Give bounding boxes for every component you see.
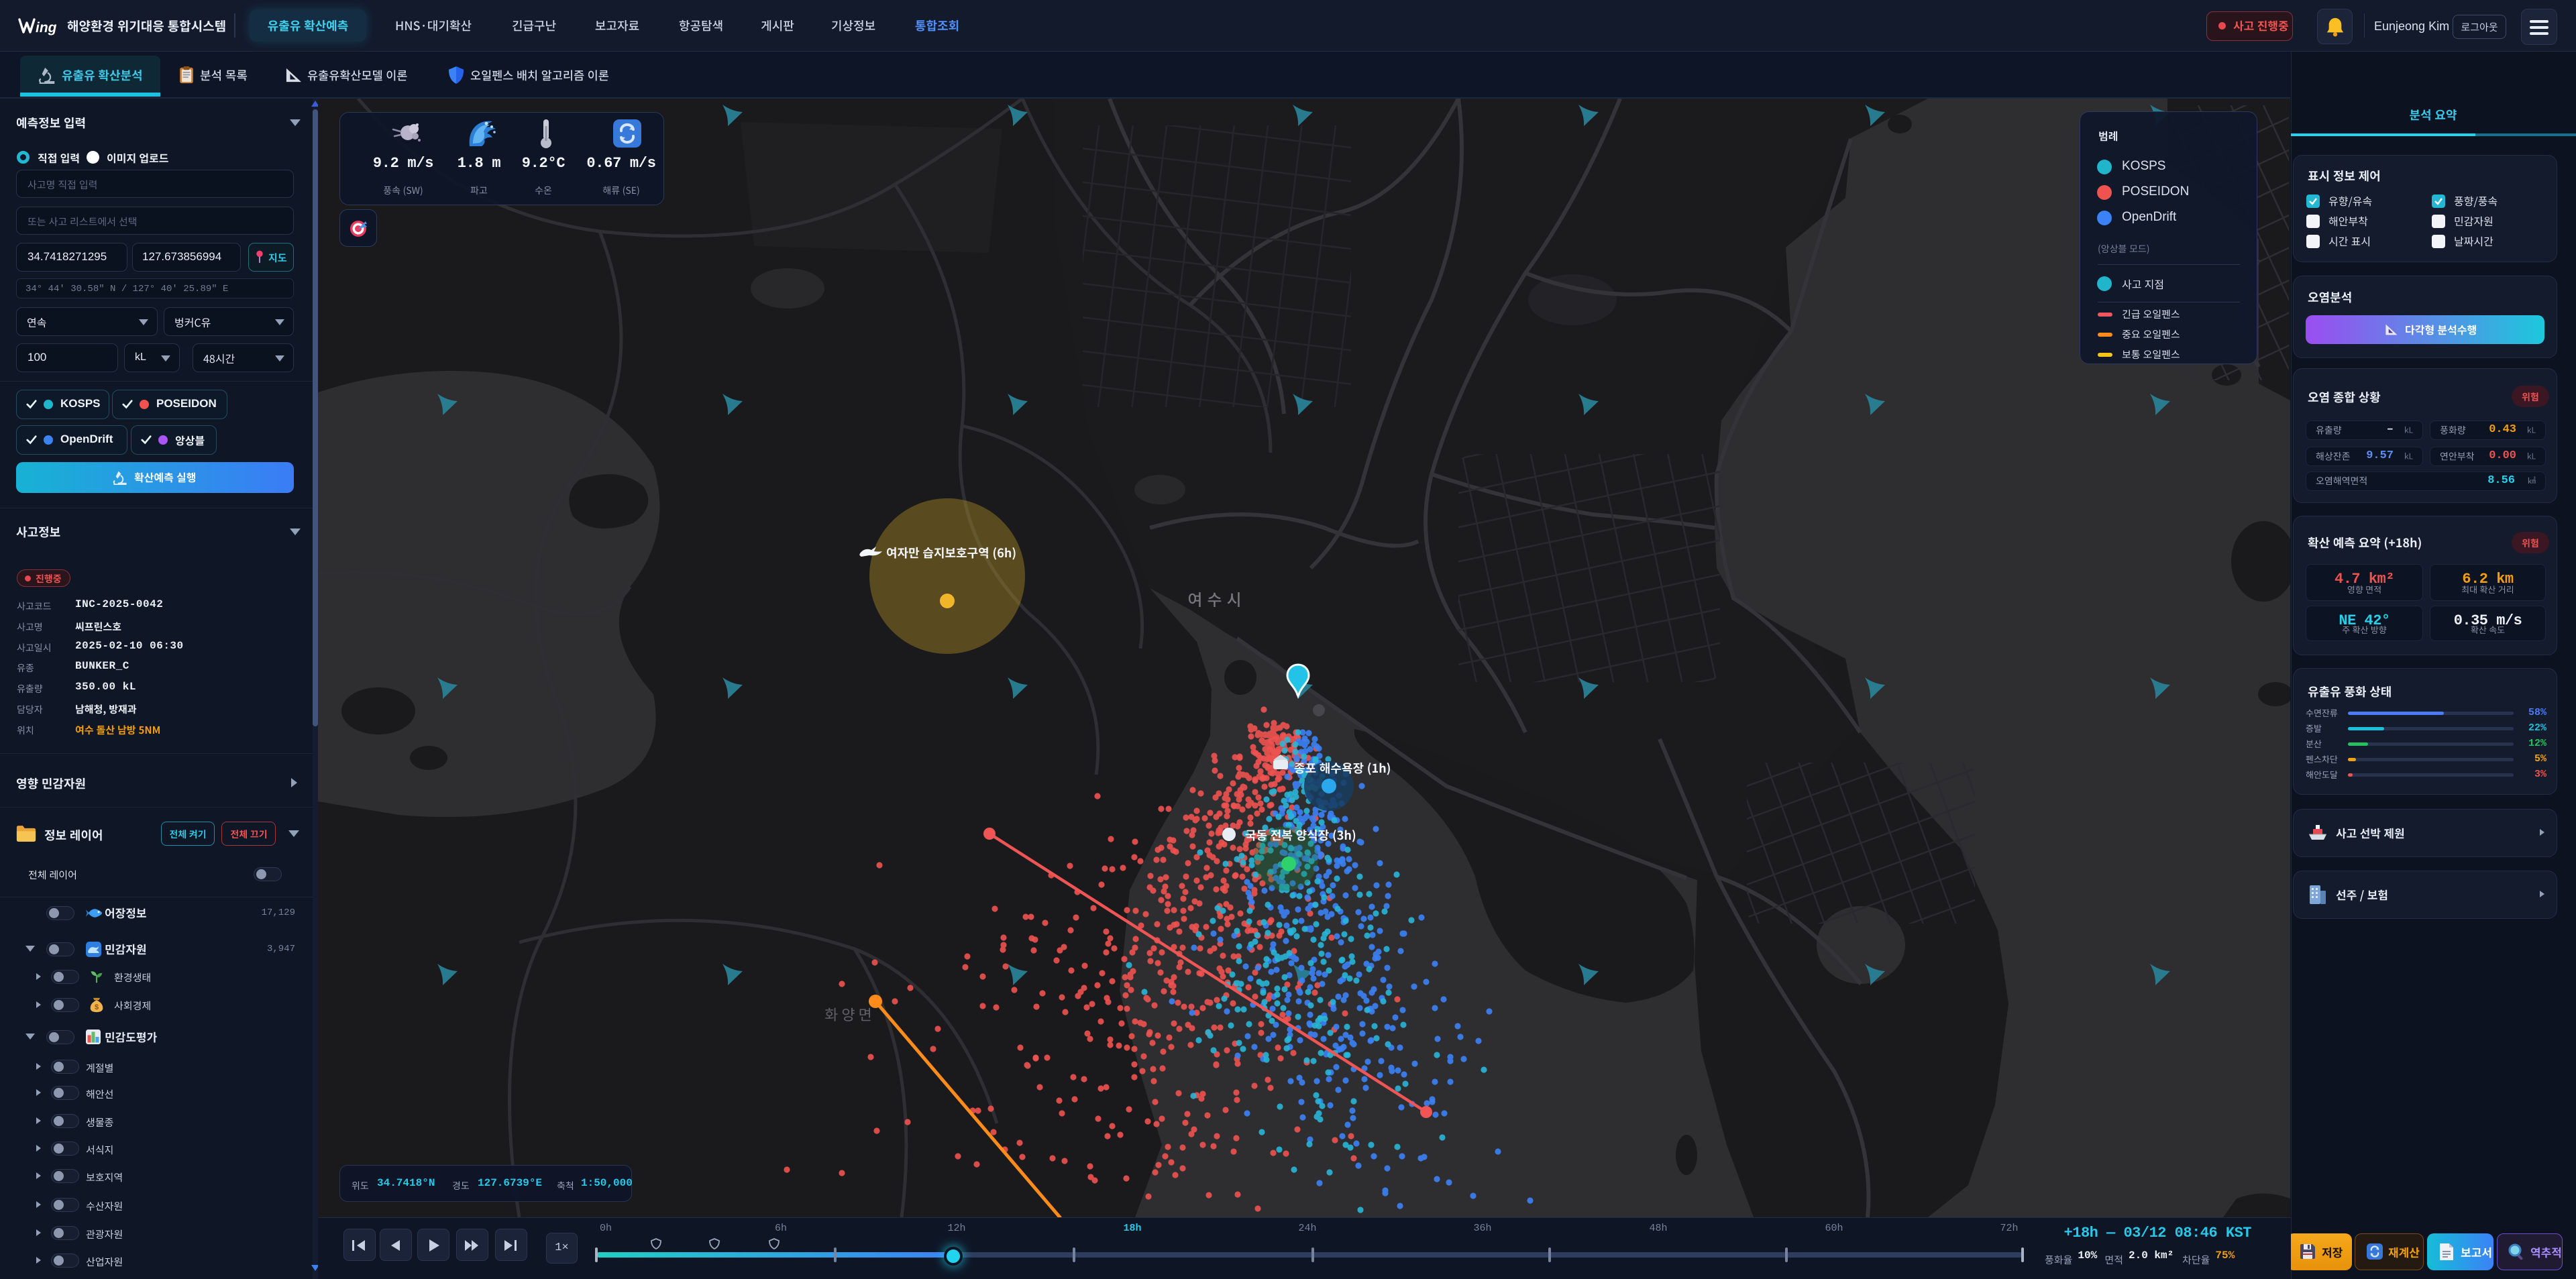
svg-text:$: $: [95, 1003, 99, 1011]
svg-text:ing: ing: [36, 20, 57, 36]
